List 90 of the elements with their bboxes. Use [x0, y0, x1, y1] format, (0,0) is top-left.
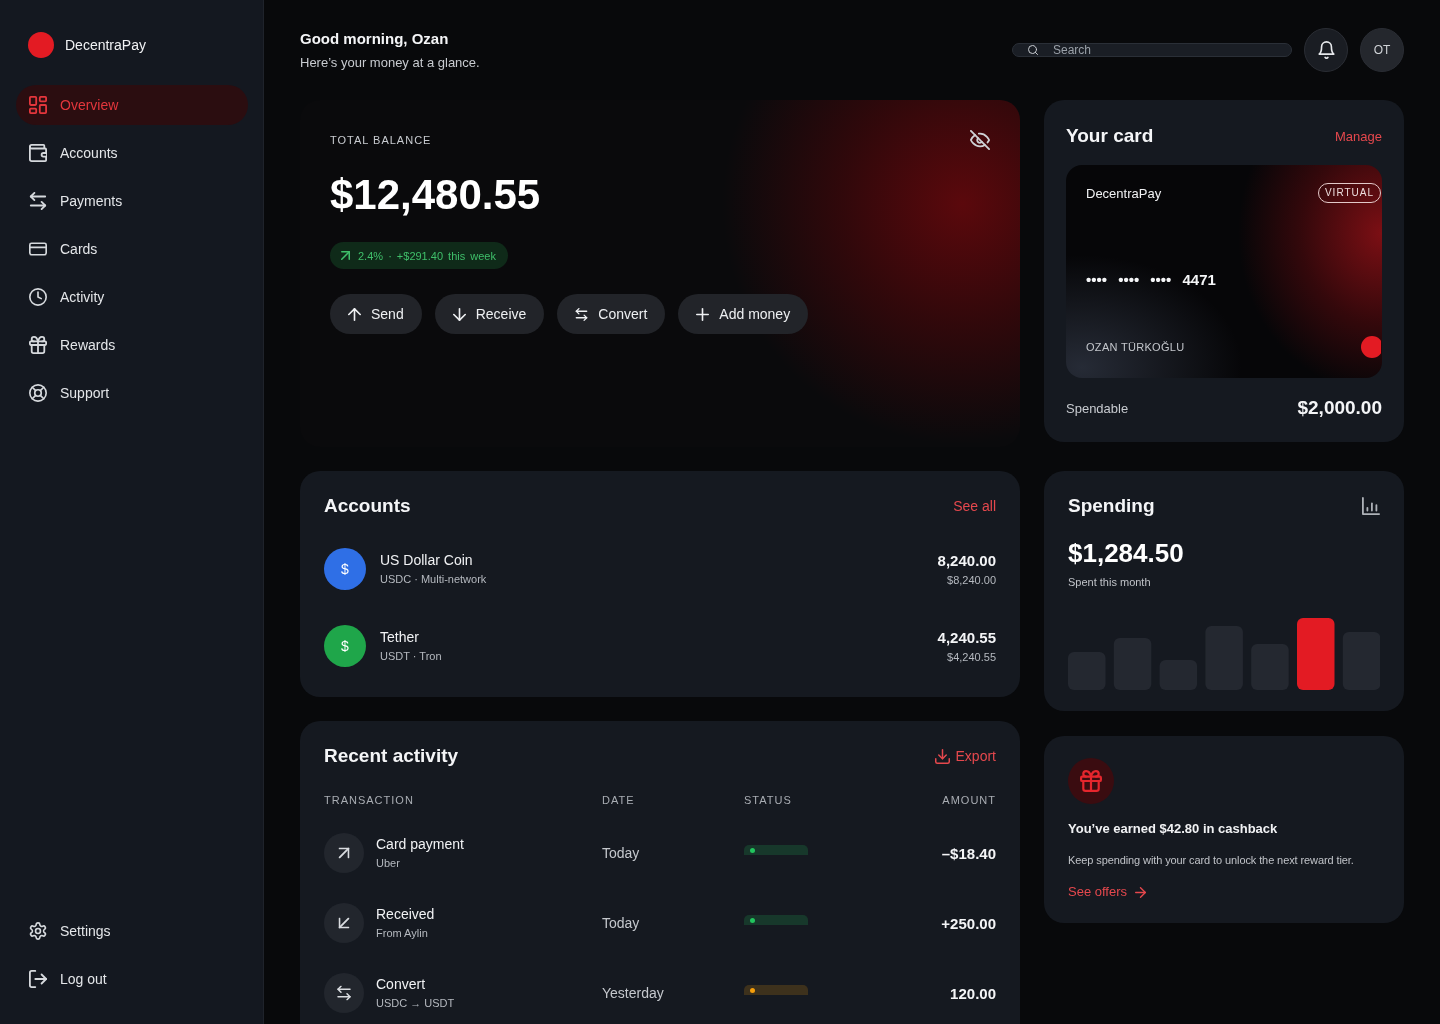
lifebuoy-icon: [29, 384, 47, 402]
transaction-date: Today: [602, 915, 640, 931]
add-money-button[interactable]: Add money: [678, 294, 809, 334]
spending-caption: Spent this month: [1068, 575, 1151, 589]
greeting-title: Good morning, Ozan: [300, 29, 450, 48]
nav-item[interactable]: Cards: [16, 229, 248, 269]
transaction-amount: 120.00: [950, 984, 996, 1002]
card-number: •••• •••• •••• 4471: [1086, 270, 1216, 290]
greeting-subtitle: Here’s your money at a glance.: [300, 54, 481, 71]
account-detail: USDT · Tron: [380, 649, 442, 663]
search-field[interactable]: Search: [1012, 43, 1292, 57]
transaction-name: Received: [376, 906, 435, 923]
panel-title: Recent activity: [324, 745, 459, 767]
account-balance: 8,240.00: [937, 551, 996, 569]
currency-avatar: $: [324, 548, 366, 590]
balance-label: TOTAL BALANCE: [330, 134, 432, 146]
gift-icon: [1068, 758, 1114, 804]
card-brand: DecentraPay: [1086, 185, 1162, 201]
cashback-title: You’ve earned $42.80 in cashback: [1068, 821, 1278, 837]
notifications-button[interactable]: [1304, 28, 1348, 72]
transaction-detail: USDC → USDT: [376, 996, 455, 1010]
spendable-amount: $2,000.00: [1297, 397, 1382, 419]
download-icon: [934, 748, 950, 764]
transaction-detail: From Aylin: [376, 926, 428, 940]
arrow-up-right-icon: [324, 833, 364, 873]
account-value: $4,240.55: [947, 649, 996, 664]
swap-arrows-icon: [29, 192, 47, 210]
nav-item[interactable]: Activity: [16, 277, 248, 317]
bar-chart-icon[interactable]: [1362, 497, 1380, 515]
transaction-date: Today: [602, 845, 640, 861]
spending-amount: $1,284.50: [1068, 537, 1184, 569]
gift-icon: [29, 336, 47, 354]
receive-button[interactable]: Receive: [434, 294, 545, 334]
nav-item[interactable]: Rewards: [16, 325, 248, 365]
swap-arrows-icon: [324, 973, 364, 1013]
balance-amount: $12,480.55: [330, 171, 542, 219]
settings-icon: [29, 922, 47, 940]
profile-avatar[interactable]: OT: [1360, 28, 1404, 72]
brand-logo-icon: [28, 32, 54, 58]
credit-card-icon: [29, 240, 47, 258]
send-button[interactable]: Send: [330, 294, 422, 334]
nav-item[interactable]: Support: [16, 373, 248, 413]
account-name: Tether: [380, 629, 419, 646]
account-name: US Dollar Coin: [380, 552, 473, 569]
see-all-link[interactable]: See all: [953, 498, 996, 514]
transaction-amount: –$18.40: [941, 844, 996, 862]
trend-up-icon: [341, 251, 350, 260]
cashback-text: Keep spending with your card to unlock the next reward tier.: [1068, 853, 1354, 867]
transaction-amount: +250.00: [941, 914, 996, 932]
brand-name: DecentraPay: [65, 37, 146, 53]
transaction-detail: Uber: [376, 856, 400, 870]
card-logo-icon: [1361, 336, 1381, 358]
transaction-name: Card payment: [376, 836, 464, 853]
panel-title: Accounts: [324, 495, 411, 517]
panel-title: Spending: [1068, 495, 1155, 517]
arrow-down-left-icon: [324, 903, 364, 943]
panel-title: Your card: [1066, 125, 1154, 147]
transaction-name: Convert: [376, 976, 426, 993]
transaction-date: Yesterday: [602, 985, 664, 1001]
change-text: 2.4% · +$291.40 this week: [358, 249, 496, 262]
nav-item[interactable]: Settings: [16, 911, 248, 951]
search-icon: [1028, 45, 1038, 55]
manage-link[interactable]: Manage: [1335, 128, 1382, 144]
column-header: DATE: [602, 793, 635, 807]
card-holder-name: OZAN TÜRKOĞLU: [1086, 341, 1185, 353]
nav-item[interactable]: Accounts: [16, 133, 248, 173]
bell-icon: [1317, 41, 1335, 59]
nav-item[interactable]: Payments: [16, 181, 248, 221]
eye-off-icon[interactable]: [970, 130, 990, 150]
swap-arrows-icon: [575, 307, 589, 321]
wallet-icon: [29, 144, 47, 162]
column-header: AMOUNT: [942, 793, 996, 807]
column-header: TRANSACTION: [324, 793, 414, 807]
convert-button[interactable]: Convert: [557, 294, 666, 334]
see-offers-link[interactable]: See offers: [1068, 884, 1147, 900]
arrow-down-icon: [452, 307, 466, 321]
plus-icon: [696, 307, 710, 321]
nav-item[interactable]: Log out: [16, 959, 248, 999]
dashboard-grid-icon: [29, 96, 47, 114]
account-value: $8,240.00: [947, 572, 996, 587]
account-balance: 4,240.55: [937, 628, 996, 646]
nav-item[interactable]: Overview: [16, 85, 248, 125]
export-button[interactable]: Export: [934, 748, 996, 764]
clock-icon: [29, 288, 47, 306]
column-header: STATUS: [744, 793, 792, 807]
account-detail: USDC · Multi-network: [380, 572, 487, 586]
logout-icon: [29, 970, 47, 988]
currency-avatar: $: [324, 625, 366, 667]
spendable-label: Spendable: [1066, 400, 1129, 416]
arrow-right-icon: [1135, 886, 1147, 898]
